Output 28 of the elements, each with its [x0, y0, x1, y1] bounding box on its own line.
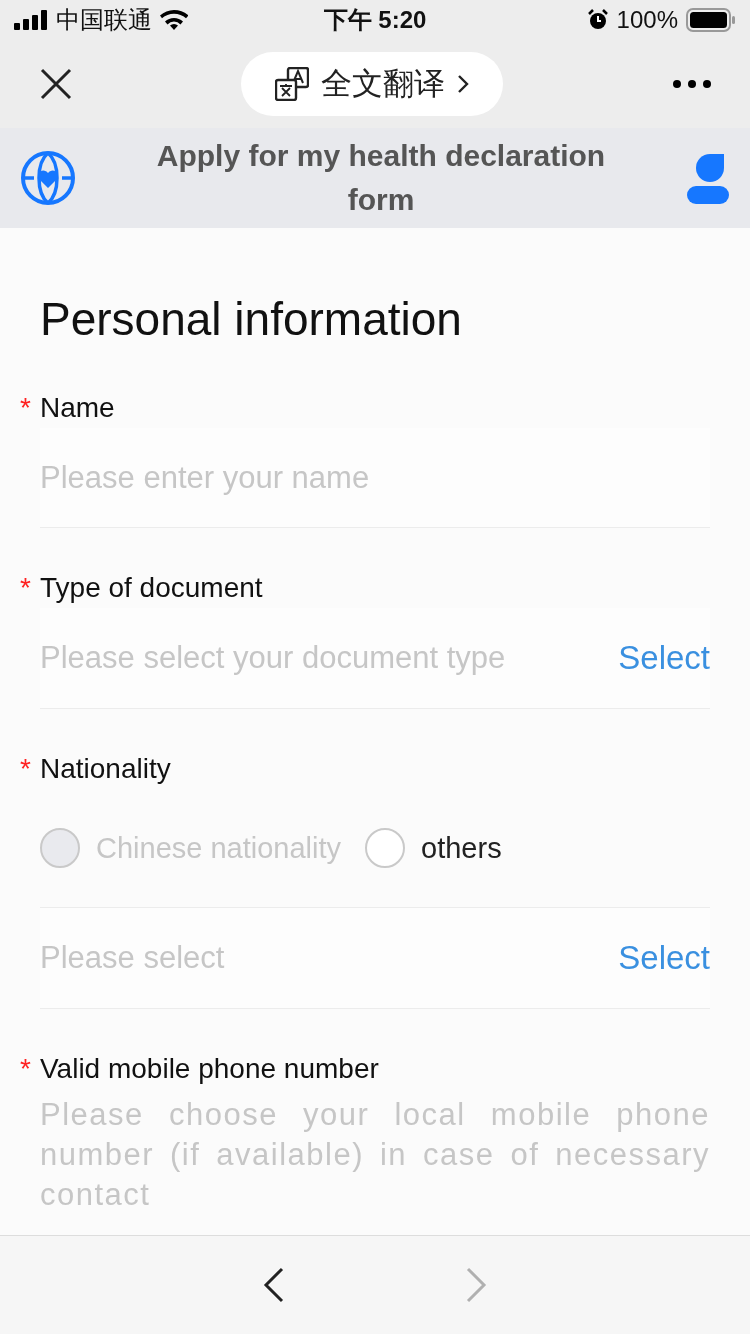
back-icon[interactable] — [263, 1267, 285, 1303]
select-link[interactable]: Select — [618, 639, 710, 677]
select-link[interactable]: Select — [618, 939, 710, 977]
close-icon[interactable] — [40, 68, 72, 100]
field-label: Valid mobile phone number — [40, 1053, 379, 1085]
option-label: others — [421, 831, 502, 865]
required-mark: * — [20, 572, 31, 604]
alarm-icon — [586, 9, 609, 31]
required-mark: * — [20, 1053, 31, 1085]
carrier-name: 中国联通 — [56, 5, 152, 35]
radio-button[interactable] — [365, 828, 406, 868]
chevron-icon — [457, 74, 469, 94]
required-mark: * — [20, 753, 31, 785]
translate-button[interactable]: 全文翻译 — [241, 52, 503, 116]
clock-time: 下午 5:20 — [322, 5, 428, 35]
signal-icon — [14, 10, 48, 30]
field-label: Type of document — [40, 572, 263, 604]
more-icon[interactable] — [672, 79, 712, 89]
page-title: Apply for my health declaration form — [155, 138, 607, 218]
battery-icon — [686, 8, 736, 32]
section-title: Personal information — [40, 292, 463, 346]
field-label: Nationality — [40, 753, 171, 785]
battery-percent: 100% — [616, 6, 678, 34]
required-mark: * — [20, 392, 31, 424]
wifi-icon — [160, 9, 188, 31]
globe-heart-icon — [20, 150, 76, 206]
field-label: Name — [40, 392, 115, 424]
translate-icon — [275, 67, 309, 101]
